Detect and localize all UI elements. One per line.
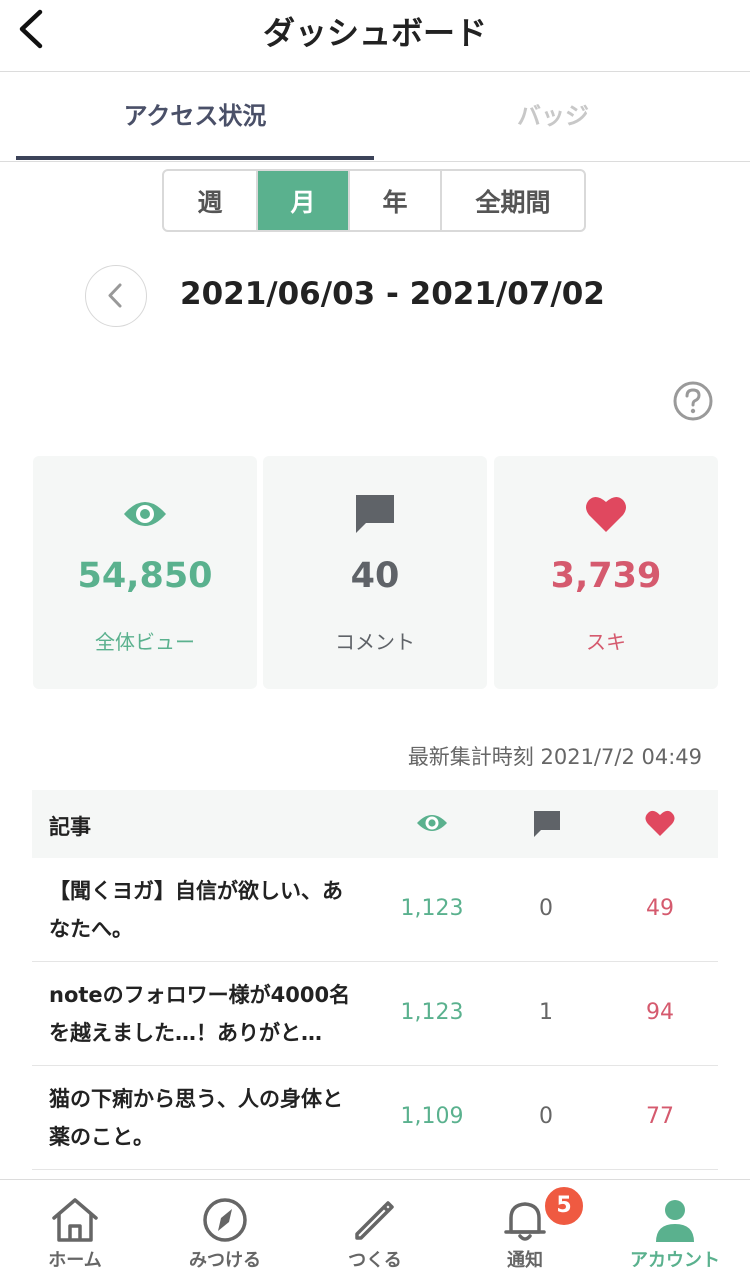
comments-card: 40 コメント: [263, 456, 487, 689]
user-icon: [656, 1200, 694, 1242]
likes-value: 3,739: [550, 556, 662, 596]
chevron-left-icon: [108, 283, 122, 308]
table-row[interactable]: 【聞くヨガ】自信が欲しい、あなたへ。 1,123 0 49: [32, 858, 718, 962]
article-views: 1,123: [400, 896, 464, 921]
heart-icon: [645, 810, 675, 836]
article-comments: 0: [539, 896, 553, 921]
article-likes: 94: [646, 1000, 674, 1025]
article-title[interactable]: noteのフォロワー様が4000名を越えました…！ありがと…: [49, 976, 359, 1052]
article-title[interactable]: 猫の下痢から思う、人の身体と薬のこと。: [49, 1080, 359, 1156]
last-updated-time: 最新集計時刻 2021/7/2 04:49: [407, 745, 702, 769]
nav-discover-label: みつける: [189, 1250, 261, 1271]
period-year[interactable]: 年: [348, 171, 440, 230]
comments-label: コメント: [335, 630, 415, 654]
nav-create[interactable]: つくる: [300, 1180, 450, 1278]
views-value: 54,850: [77, 556, 213, 596]
column-article: 記事: [49, 815, 91, 839]
views-card: 54,850 全体ビュー: [33, 456, 257, 689]
nav-home-label: ホーム: [48, 1250, 102, 1271]
app-header: ダッシュボード: [0, 0, 750, 72]
tab-badges[interactable]: バッジ: [374, 72, 732, 161]
comments-value: 40: [350, 556, 400, 596]
home-icon: [52, 1198, 98, 1242]
page-title: ダッシュボード: [262, 14, 487, 52]
nav-discover[interactable]: みつける: [150, 1180, 300, 1278]
nav-account[interactable]: アカウント: [600, 1180, 750, 1278]
nav-home[interactable]: ホーム: [0, 1180, 150, 1278]
notification-badge: 5: [543, 1185, 585, 1227]
compass-icon: [203, 1198, 247, 1242]
comment-icon: [534, 811, 560, 837]
article-title[interactable]: 【聞くヨガ】自信が欲しい、あなたへ。: [49, 872, 359, 948]
article-likes: 77: [646, 1104, 674, 1129]
article-views: 1,109: [400, 1104, 464, 1129]
tab-bar: アクセス状況 バッジ: [0, 72, 750, 162]
article-views: 1,123: [400, 1000, 464, 1025]
period-week[interactable]: 週: [164, 171, 256, 230]
period-month[interactable]: 月: [256, 171, 348, 230]
heart-icon: [586, 496, 626, 532]
table-row[interactable]: 猫の下痢から思う、人の身体と薬のこと。 1,109 0 77: [32, 1066, 718, 1170]
tab-access[interactable]: アクセス状況: [16, 72, 374, 161]
period-all[interactable]: 全期間: [440, 171, 584, 230]
help-button[interactable]: [672, 380, 714, 422]
nav-notifications-label: 通知: [507, 1250, 543, 1271]
eye-icon: [417, 815, 447, 831]
previous-period-button[interactable]: [85, 265, 147, 327]
period-selector: 週 月 年 全期間: [162, 169, 586, 232]
comment-icon: [356, 495, 394, 533]
tab-active-indicator: [16, 156, 374, 160]
article-likes: 49: [646, 896, 674, 921]
date-range: 2021/06/03 - 2021/07/02: [180, 276, 605, 312]
eye-icon: [124, 502, 166, 526]
nav-account-label: アカウント: [630, 1250, 720, 1271]
article-comments: 0: [539, 1104, 553, 1129]
likes-card: 3,739 スキ: [494, 456, 718, 689]
question-circle-icon: [673, 381, 713, 421]
article-comments: 1: [539, 1000, 553, 1025]
bottom-navigation: ホーム みつける つくる 通知 アカウント: [0, 1179, 750, 1278]
dashboard-screen: ダッシュボード アクセス状況 バッジ 週 月 年 全期間 2021/06/03 …: [0, 0, 750, 1278]
likes-label: スキ: [586, 630, 626, 654]
pencil-icon: [355, 1201, 394, 1240]
table-row[interactable]: noteのフォロワー様が4000名を越えました…！ありがと… 1,123 1 9…: [32, 962, 718, 1066]
nav-create-label: つくる: [348, 1250, 402, 1271]
articles-table-header: 記事: [32, 790, 718, 858]
views-label: 全体ビュー: [95, 630, 195, 654]
